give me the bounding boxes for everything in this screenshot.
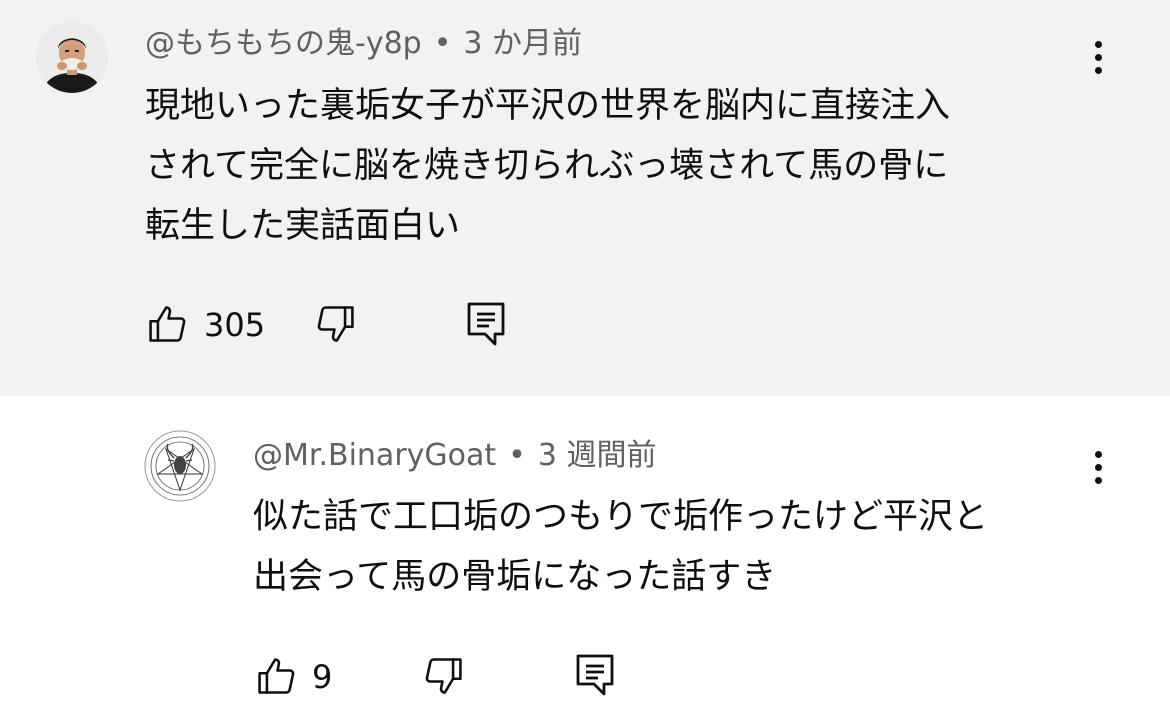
author-avatar[interactable] xyxy=(36,21,108,93)
comment-thread-highlighted: @もちもちの鬼-y8p • 3 か月前 現地いった裏垢女子が平沢の世界を脳内に直接注… xyxy=(0,0,1170,396)
more-vert-icon[interactable] xyxy=(1086,442,1110,492)
comment-text: 現地いった裏垢女子が平沢の世界を脳内に直接注入 されて完全に脳を焼き切られぶっ壊… xyxy=(145,76,950,256)
pentagram-goat-avatar-icon xyxy=(144,430,216,502)
reply-button[interactable] xyxy=(465,300,509,348)
like-count: 305 xyxy=(204,306,266,344)
like-count: 9 xyxy=(312,658,333,696)
reply-icon xyxy=(576,654,614,696)
comment-text-line: 似た話で工口垢のつもりで垢作ったけど平沢と xyxy=(253,497,989,537)
comment-text-line: されて完全に脳を焼き切られぶっ壊されて馬の骨に xyxy=(145,146,949,186)
thumbs-down-icon xyxy=(317,306,354,342)
comment-timestamp[interactable]: 3 か月前 xyxy=(463,26,582,61)
comment-reply: @Mr.BinaryGoat • 3 週間前 似た話で工口垢のつもりで垢作ったけど平… xyxy=(0,396,1170,699)
comment-text-line: 出会って馬の骨垢になった話すき xyxy=(253,557,777,597)
thumbs-down-icon xyxy=(425,658,462,694)
separator-dot: • xyxy=(508,438,526,473)
like-button[interactable] xyxy=(255,654,301,700)
comment-text-line: 現地いった裏垢女子が平沢の世界を脳内に直接注入 xyxy=(145,86,951,126)
dislike-button[interactable] xyxy=(313,302,359,348)
comment-text-line: 転生した実話面白い xyxy=(145,206,461,246)
comment-meta: @もちもちの鬼-y8p • 3 か月前 xyxy=(145,26,582,62)
like-button[interactable] xyxy=(146,302,192,348)
thumbs-up-icon xyxy=(258,658,295,694)
separator-dot: • xyxy=(433,26,452,61)
more-vert-icon[interactable] xyxy=(1086,32,1110,82)
reply-icon xyxy=(467,302,505,346)
dislike-button[interactable] xyxy=(421,654,467,700)
person-avatar-icon xyxy=(36,21,108,93)
author-avatar[interactable] xyxy=(144,430,216,502)
comment-timestamp[interactable]: 3 週間前 xyxy=(538,438,657,473)
reply-button[interactable] xyxy=(574,652,618,698)
author-name[interactable]: @Mr.BinaryGoat xyxy=(253,438,496,473)
comment-text: 似た話で工口垢のつもりで垢作ったけど平沢と 出会って馬の骨垢になった話すき xyxy=(253,487,988,607)
author-name[interactable]: @もちもちの鬼-y8p xyxy=(145,26,422,61)
comment-meta: @Mr.BinaryGoat • 3 週間前 xyxy=(253,438,656,474)
thumbs-up-icon xyxy=(149,306,186,342)
